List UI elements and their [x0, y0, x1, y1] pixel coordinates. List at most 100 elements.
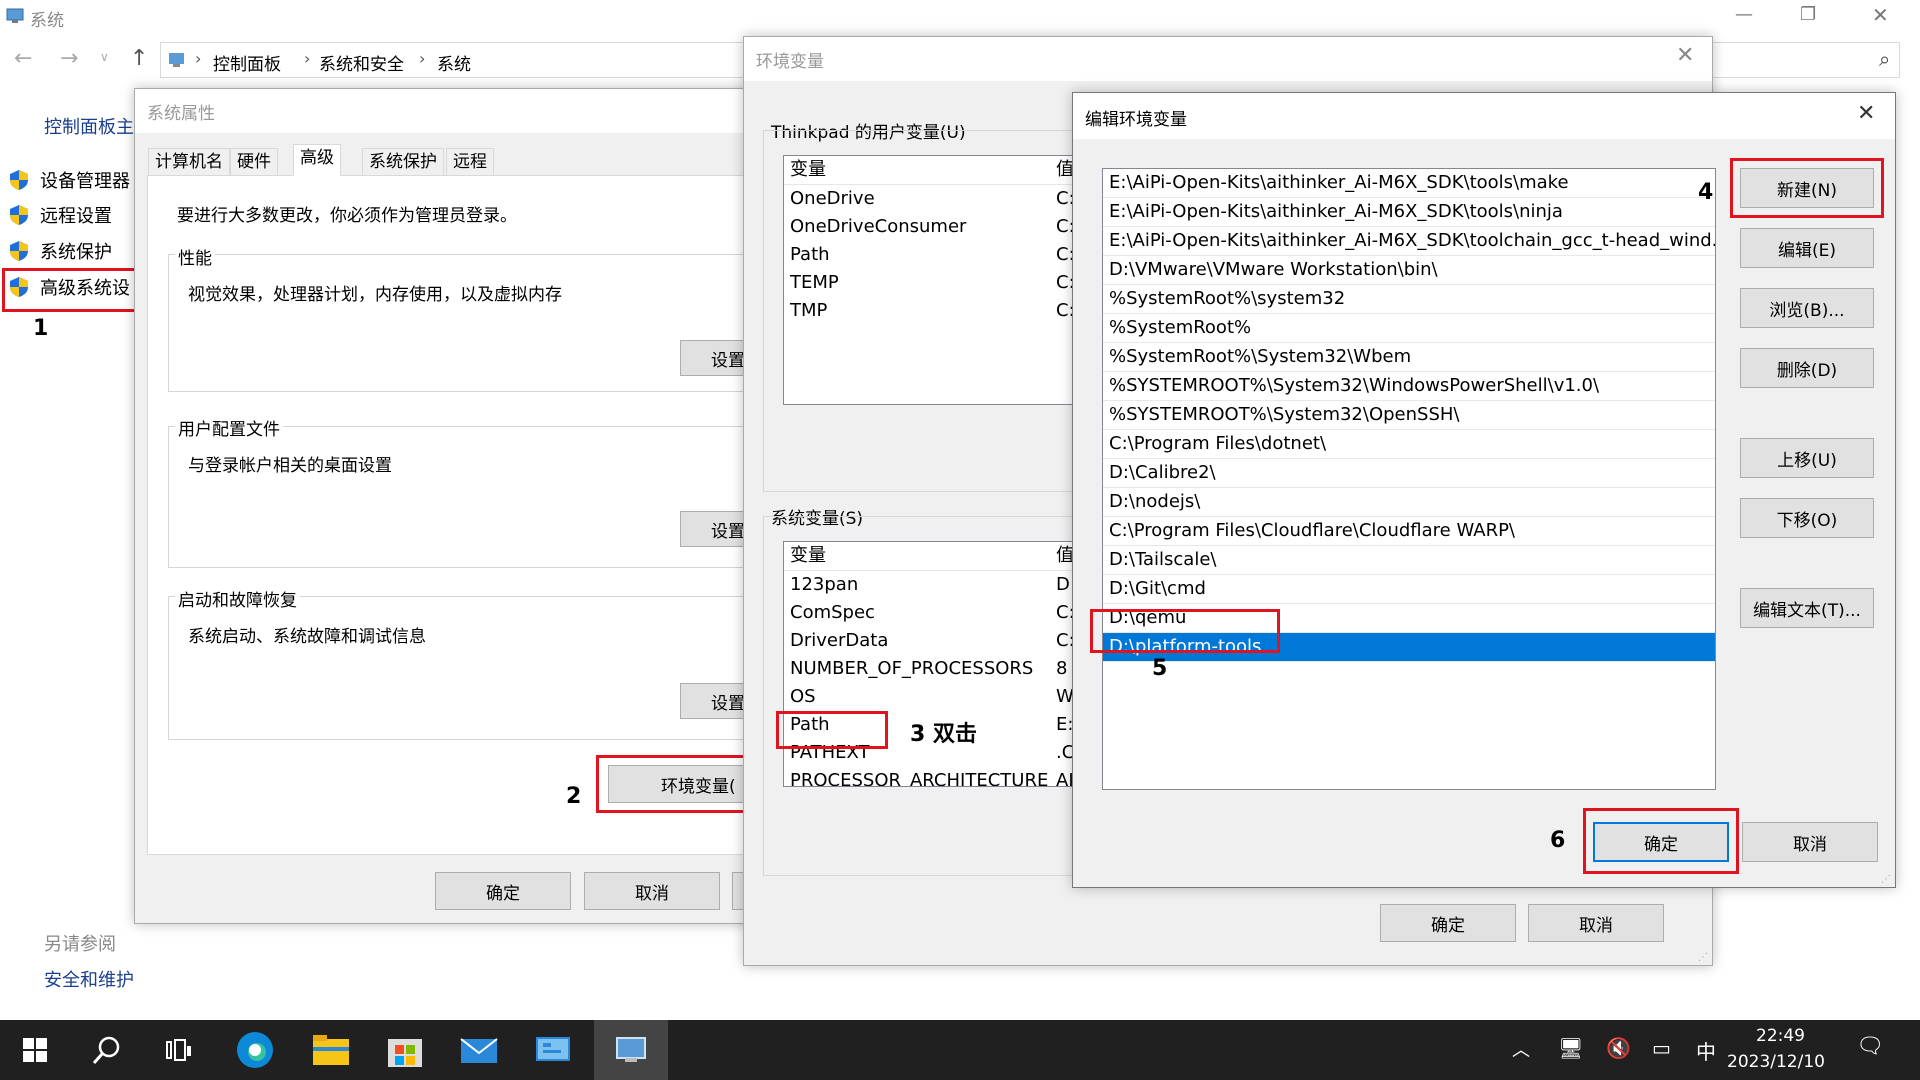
sidebar-item-device-manager[interactable]: 设备管理器 — [8, 165, 130, 195]
search-icon — [92, 1036, 120, 1064]
taskbar: ︿ 🖥 🔇 ▭ 中 22:49 2023/12/10 🗨 — [0, 1020, 1920, 1080]
variable-row[interactable]: OneDriveConsumer C: — [784, 213, 1083, 241]
path-entry[interactable]: D:\Tailscale\ — [1103, 546, 1715, 575]
variable-row[interactable]: TEMP C: — [784, 269, 1083, 297]
move-up-button[interactable]: 上移(U) — [1740, 438, 1874, 478]
search-button[interactable] — [72, 1020, 142, 1080]
system-vars-list[interactable]: 变量 值 123pan D: ComSpec C: DriverData C: NUMBER… — [783, 541, 1083, 787]
sidebar-item-label: 系统保护 — [40, 242, 112, 263]
path-entry[interactable]: %SystemRoot%\System32\Wbem — [1103, 343, 1715, 372]
variable-row[interactable]: OS W — [784, 683, 1083, 711]
tab-hardware[interactable]: 硬件 — [230, 148, 278, 176]
mail-app[interactable] — [444, 1020, 514, 1080]
back-arrow-icon[interactable]: ← — [14, 46, 32, 71]
path-entry[interactable]: E:\AiPi-Open-Kits\aithinker_Ai-M6X_SDK\t… — [1103, 198, 1715, 227]
variable-row[interactable]: NUMBER_OF_PROCESSORS 8 — [784, 655, 1083, 683]
path-entry[interactable]: D:\nodejs\ — [1103, 488, 1715, 517]
search-icon[interactable]: ⌕ — [1879, 47, 1890, 71]
envvars-ok-button[interactable]: 确定 — [1380, 904, 1516, 942]
edit-text-button[interactable]: 编辑文本(T)... — [1740, 588, 1874, 628]
recent-chevron-icon[interactable]: ∨ — [100, 50, 109, 64]
dialog-titlebar: 系统属性 — [135, 89, 773, 133]
close-button[interactable]: ✕ — [1872, 3, 1889, 27]
edit-cancel-button[interactable]: 取消 — [1742, 822, 1878, 862]
sysprops-cancel-button[interactable]: 取消 — [584, 872, 720, 910]
variable-row[interactable]: ComSpec C: — [784, 599, 1083, 627]
column-header-variable[interactable]: 变量 — [790, 545, 826, 566]
variable-row[interactable]: PROCESSOR_ARCHITECTURE AI — [784, 767, 1083, 786]
browse-button[interactable]: 浏览(B)... — [1740, 288, 1874, 328]
minimize-button[interactable]: — — [1735, 4, 1753, 25]
battery-icon[interactable]: ▭ — [1652, 1036, 1671, 1060]
tab-remote[interactable]: 远程 — [446, 148, 494, 176]
user-vars-header[interactable]: 变量 值 — [784, 156, 1083, 185]
annotation-box-3 — [776, 711, 888, 749]
control-panel-app[interactable] — [518, 1020, 588, 1080]
start-button[interactable] — [0, 1020, 70, 1080]
edge-app[interactable] — [220, 1020, 290, 1080]
forward-arrow-icon[interactable]: → — [60, 46, 78, 71]
clock-date[interactable]: 2023/12/10 — [1727, 1052, 1825, 1072]
delete-button[interactable]: 删除(D) — [1740, 348, 1874, 388]
system-app-icon — [6, 8, 26, 24]
tab-computer-name[interactable]: 计算机名 — [148, 148, 230, 176]
column-header-variable[interactable]: 变量 — [790, 159, 826, 180]
user-vars-list[interactable]: 变量 值 OneDrive C: OneDriveConsumer C: Path C: T… — [783, 155, 1083, 405]
notifications-icon[interactable]: 🗨 — [1856, 1034, 1884, 1059]
store-app[interactable] — [370, 1020, 440, 1080]
move-down-button[interactable]: 下移(O) — [1740, 498, 1874, 538]
volume-muted-icon[interactable]: 🔇 — [1606, 1036, 1631, 1060]
system-vars-header[interactable]: 变量 值 — [784, 542, 1083, 571]
control-panel-icon — [536, 1037, 570, 1061]
path-entry[interactable]: %SystemRoot% — [1103, 314, 1715, 343]
path-entry[interactable]: C:\Program Files\Cloudflare\Cloudflare W… — [1103, 517, 1715, 546]
path-entry[interactable]: D:\Git\cmd — [1103, 575, 1715, 604]
path-list[interactable]: E:\AiPi-Open-Kits\aithinker_Ai-M6X_SDK\t… — [1102, 168, 1716, 790]
windows-logo-icon — [23, 1038, 47, 1062]
path-entry[interactable]: E:\AiPi-Open-Kits\aithinker_Ai-M6X_SDK\t… — [1103, 169, 1715, 198]
breadcrumb-item[interactable]: 系统和安全 — [319, 50, 404, 75]
path-entry[interactable]: %SystemRoot%\system32 — [1103, 285, 1715, 314]
close-icon[interactable]: ✕ — [1857, 101, 1875, 126]
control-panel-home-link[interactable]: 控制面板主 — [44, 113, 134, 139]
system-app-active[interactable] — [594, 1020, 668, 1080]
variable-row[interactable]: Path C: — [784, 241, 1083, 269]
tab-advanced[interactable]: 高级 — [293, 144, 341, 176]
clock-time[interactable]: 22:49 — [1756, 1026, 1805, 1046]
variable-name: 123pan — [790, 574, 859, 595]
sidebar-item-remote-settings[interactable]: 远程设置 — [8, 200, 112, 230]
maximize-button[interactable]: ❐ — [1800, 4, 1816, 25]
ime-indicator[interactable]: 中 — [1696, 1036, 1716, 1065]
task-view-button[interactable] — [144, 1020, 214, 1080]
security-maintenance-link[interactable]: 安全和维护 — [44, 966, 134, 992]
sysprops-ok-button[interactable]: 确定 — [435, 872, 571, 910]
variable-row[interactable]: DriverData C: — [784, 627, 1083, 655]
annotation-number-6: 6 — [1550, 828, 1566, 853]
show-hidden-icons-icon[interactable]: ︿ — [1512, 1036, 1530, 1062]
tab-system-protection[interactable]: 系统保护 — [362, 148, 444, 176]
network-icon[interactable]: 🖥 — [1558, 1036, 1583, 1060]
file-explorer-app[interactable] — [296, 1020, 366, 1080]
breadcrumb-item[interactable]: 系统 — [437, 50, 471, 75]
variable-row[interactable]: TMP C: — [784, 297, 1083, 325]
window-title: 系统 — [30, 11, 64, 31]
up-arrow-icon[interactable]: ↑ — [130, 46, 148, 71]
resize-grip-icon[interactable]: ⋰ — [1698, 952, 1708, 963]
breadcrumb-item[interactable]: 控制面板 — [213, 50, 281, 75]
variable-name: TEMP — [790, 272, 839, 293]
close-icon[interactable]: ✕ — [1676, 43, 1694, 68]
path-entry[interactable]: C:\Program Files\dotnet\ — [1103, 430, 1715, 459]
path-entry[interactable]: %SYSTEMROOT%\System32\WindowsPowerShell\… — [1103, 372, 1715, 401]
sidebar-item-system-protection[interactable]: 系统保护 — [8, 236, 112, 266]
path-entry[interactable]: D:\Calibre2\ — [1103, 459, 1715, 488]
annotation-box-1 — [2, 268, 145, 312]
resize-grip-icon[interactable]: ⋰ — [1881, 874, 1891, 885]
path-entry[interactable]: E:\AiPi-Open-Kits\aithinker_Ai-M6X_SDK\t… — [1103, 227, 1715, 256]
path-entry[interactable]: D:\VMware\VMware Workstation\bin\ — [1103, 256, 1715, 285]
path-entry[interactable]: %SYSTEMROOT%\System32\OpenSSH\ — [1103, 401, 1715, 430]
variable-row[interactable]: 123pan D: — [784, 571, 1083, 599]
envvars-cancel-button[interactable]: 取消 — [1528, 904, 1664, 942]
dialog-title: 编辑环境变量 — [1085, 110, 1187, 130]
variable-row[interactable]: OneDrive C: — [784, 185, 1083, 213]
edit-button[interactable]: 编辑(E) — [1740, 228, 1874, 268]
